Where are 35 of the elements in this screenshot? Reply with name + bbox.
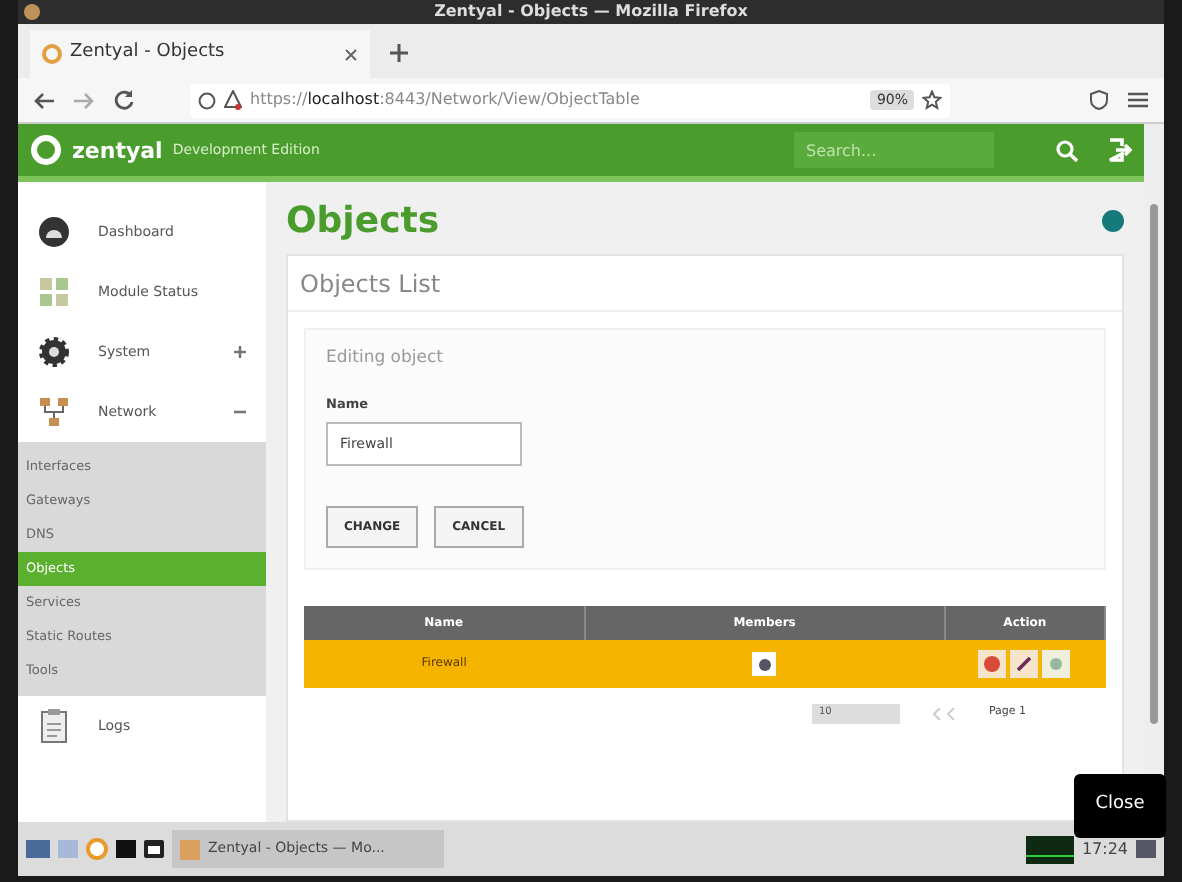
url-text: https://localhost:8443/Network/View/ObjectTable [250, 88, 642, 112]
logo-icon [30, 134, 62, 166]
delete-button[interactable] [978, 650, 1007, 679]
clock: 17:24 [1081, 837, 1128, 861]
members-button[interactable] [752, 652, 777, 677]
system-monitor-icon [1025, 835, 1074, 863]
gear-icon [38, 336, 70, 368]
browser-icon[interactable] [86, 838, 108, 860]
browser-tab[interactable]: Zentyal - Objects [30, 30, 370, 78]
menu-icon[interactable] [1128, 92, 1148, 108]
search-field[interactable]: Search... [794, 132, 994, 168]
reload-icon[interactable] [114, 90, 134, 110]
dashboard-icon [38, 216, 70, 248]
expand-icon[interactable] [234, 346, 246, 358]
star-icon[interactable] [922, 90, 942, 110]
close-icon[interactable] [344, 47, 358, 61]
tab-title: Zentyal - Objects [70, 40, 227, 67]
tooltip: Close [1074, 774, 1166, 838]
panel-title: Objects List [300, 267, 441, 301]
form-legend: Editing object [326, 346, 1084, 372]
pencil-icon [1016, 656, 1033, 673]
shield-icon[interactable] [1090, 90, 1108, 110]
edit-button[interactable] [1010, 650, 1039, 679]
modules-icon [38, 276, 70, 308]
network-icon [38, 396, 70, 428]
clipboard-icon [38, 708, 70, 744]
page-title: Objects [286, 197, 440, 245]
search-icon[interactable] [1056, 139, 1078, 161]
brand-name: zentyal [72, 139, 163, 161]
window-icon[interactable] [144, 840, 164, 858]
app-icon [24, 4, 40, 20]
window-title: Zentyal - Objects — Mozilla Firefox [434, 4, 748, 20]
back-icon[interactable] [34, 91, 54, 109]
new-tab-icon[interactable] [390, 44, 408, 62]
collapse-icon[interactable] [234, 406, 246, 418]
